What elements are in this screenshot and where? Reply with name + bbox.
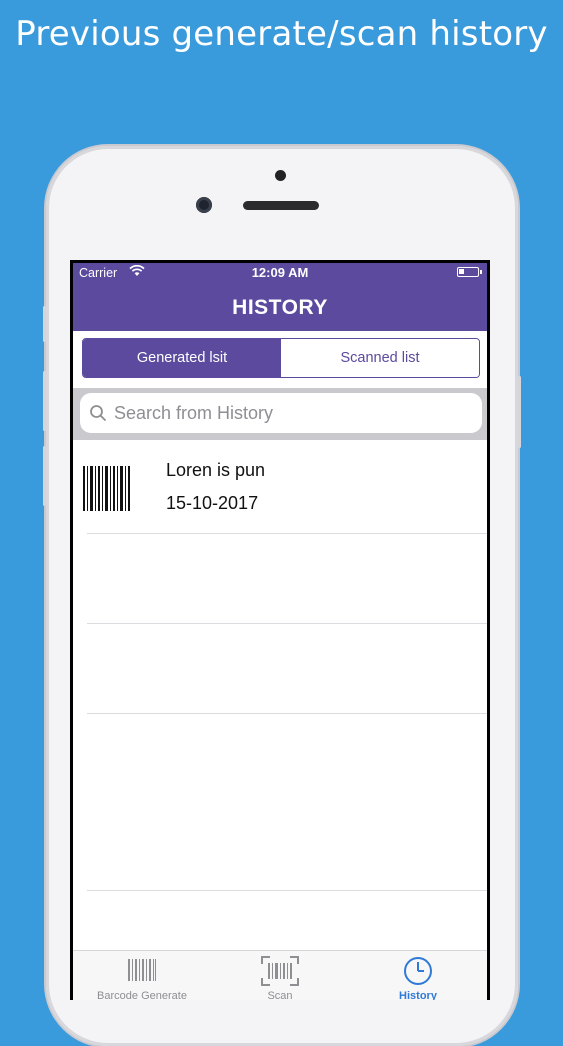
empty-list-row	[87, 624, 487, 714]
proximity-sensor	[275, 170, 286, 181]
navigation-bar: Carrier 12:09 AM HISTORY	[73, 263, 487, 331]
status-time: 12:09 AM	[251, 265, 309, 280]
empty-list-row	[87, 714, 487, 891]
segment-scanned-list[interactable]: Scanned list	[281, 339, 479, 377]
tab-label-history: History	[399, 990, 437, 1000]
mute-switch	[43, 306, 46, 342]
battery-icon	[457, 267, 482, 277]
volume-down-button	[43, 446, 46, 506]
clock-icon	[404, 957, 432, 985]
search-input[interactable]: Search from History	[80, 393, 482, 433]
status-bar: Carrier 12:09 AM	[73, 263, 487, 283]
history-list: Loren is pun 15-10-2017	[73, 440, 487, 891]
app-screen: Carrier 12:09 AM HISTORY Generated lsit …	[73, 263, 487, 1000]
tab-history[interactable]: History	[349, 951, 487, 1000]
tab-label-barcode-generate: Barcode Generate	[97, 990, 187, 1000]
power-button	[518, 376, 521, 448]
history-item-date: 15-10-2017	[166, 493, 259, 513]
segment-bar: Generated lsit Scanned list	[73, 331, 487, 383]
page-title: HISTORY	[232, 296, 328, 319]
empty-list-row	[87, 534, 487, 624]
barcode-icon	[128, 959, 156, 981]
tab-bar: Barcode Generate Scan History	[73, 950, 487, 1000]
history-item-title: Loren is pun	[166, 460, 266, 480]
tab-barcode-generate[interactable]: Barcode Generate	[73, 951, 211, 1000]
search-bar: Search from History	[73, 388, 487, 440]
scan-icon	[261, 956, 299, 986]
list-segmented-control: Generated lsit Scanned list	[82, 338, 480, 378]
tab-scan[interactable]: Scan	[211, 951, 349, 1000]
earpiece-speaker	[243, 201, 319, 210]
search-placeholder: Search from History	[114, 402, 274, 423]
promo-headline: Previous generate/scan history	[15, 14, 548, 54]
barcode-icon	[83, 466, 130, 511]
search-icon	[90, 405, 106, 421]
history-row[interactable]: Loren is pun 15-10-2017	[83, 440, 487, 534]
volume-up-button	[43, 371, 46, 431]
front-camera	[196, 197, 212, 213]
phone-screen: Carrier 12:09 AM HISTORY Generated lsit …	[70, 260, 490, 1000]
segment-generated-list[interactable]: Generated lsit	[83, 339, 281, 377]
tab-label-scan: Scan	[267, 990, 293, 1000]
